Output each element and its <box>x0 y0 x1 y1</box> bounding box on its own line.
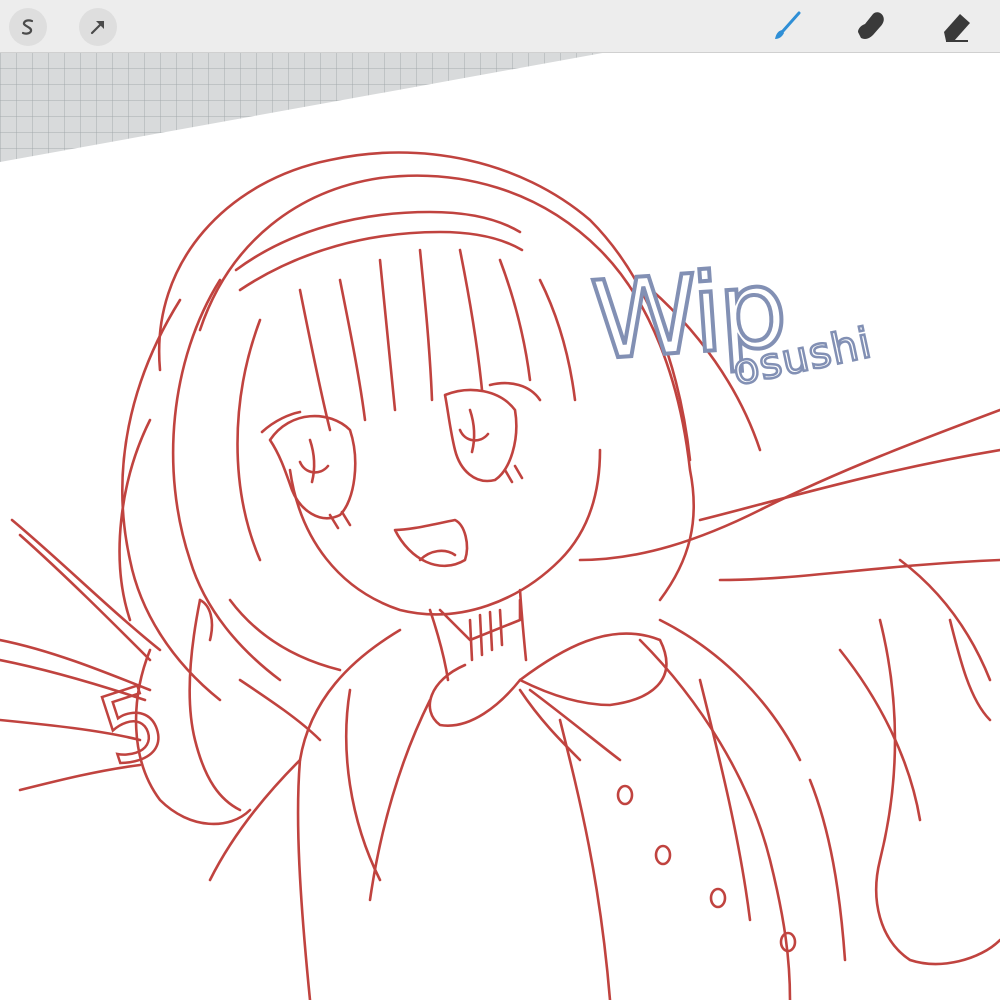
jacket-right-2 <box>658 618 802 762</box>
transform-button[interactable] <box>79 8 117 46</box>
hair-left-strand <box>121 298 222 702</box>
bangs-1 <box>298 288 332 432</box>
selection-button[interactable] <box>9 8 47 46</box>
left-eye-pupil <box>308 438 316 484</box>
smudge-finger-icon <box>858 12 884 39</box>
eraser-icon <box>944 14 970 42</box>
right-arm-2 <box>874 618 1000 966</box>
button-2 <box>654 844 672 866</box>
hair-right-flow-2 <box>578 408 1000 562</box>
jacket-right-3 <box>808 778 847 962</box>
eraser-tool[interactable] <box>938 8 974 44</box>
neck <box>428 608 450 682</box>
bangs-6 <box>498 258 532 382</box>
bangs-3 <box>378 258 397 412</box>
jacket-sleeve-line <box>698 678 752 922</box>
smudge-tool[interactable] <box>853 8 889 44</box>
right-arm <box>898 558 992 682</box>
bangs-5 <box>458 248 484 392</box>
jacket-right <box>638 638 792 1000</box>
jacket-lapel-2 <box>344 688 382 882</box>
hair-left-strand-4 <box>236 318 262 562</box>
hair-back <box>228 598 342 672</box>
hair-right-flow-3 <box>698 448 1000 522</box>
top-toolbar <box>0 0 1000 53</box>
hair-left-strand-2 <box>171 278 282 682</box>
button-3 <box>709 887 727 909</box>
tongue <box>418 549 457 562</box>
right-eye <box>443 388 518 483</box>
hair-right-flow-4 <box>718 558 1000 582</box>
headband <box>234 210 522 272</box>
sketch-artwork <box>0 151 1000 1000</box>
left-finger-1b <box>18 533 152 662</box>
jacket-left <box>296 628 402 1000</box>
left-eye <box>268 414 357 520</box>
brush-icon <box>775 11 801 39</box>
left-hand <box>188 598 242 812</box>
face-outline <box>288 448 602 616</box>
button-1 <box>616 784 634 806</box>
jacket-center <box>558 718 612 1000</box>
jacket-left-lapel <box>368 698 432 902</box>
brush-tool[interactable] <box>769 8 805 44</box>
bangs-4 <box>418 248 434 402</box>
arrow-cursor-icon <box>90 20 105 35</box>
selection-s-icon <box>21 19 34 35</box>
bangs-7 <box>538 278 577 402</box>
bow-left <box>428 663 522 727</box>
blush-right <box>503 464 524 484</box>
right-eye-pupil <box>468 408 476 454</box>
mouth <box>393 518 469 568</box>
bangs-2 <box>338 278 367 422</box>
jacket-right-4 <box>838 648 922 822</box>
jacket-shoulder <box>208 758 302 882</box>
right-arm-3 <box>948 618 992 722</box>
right-eyelash <box>488 381 542 402</box>
